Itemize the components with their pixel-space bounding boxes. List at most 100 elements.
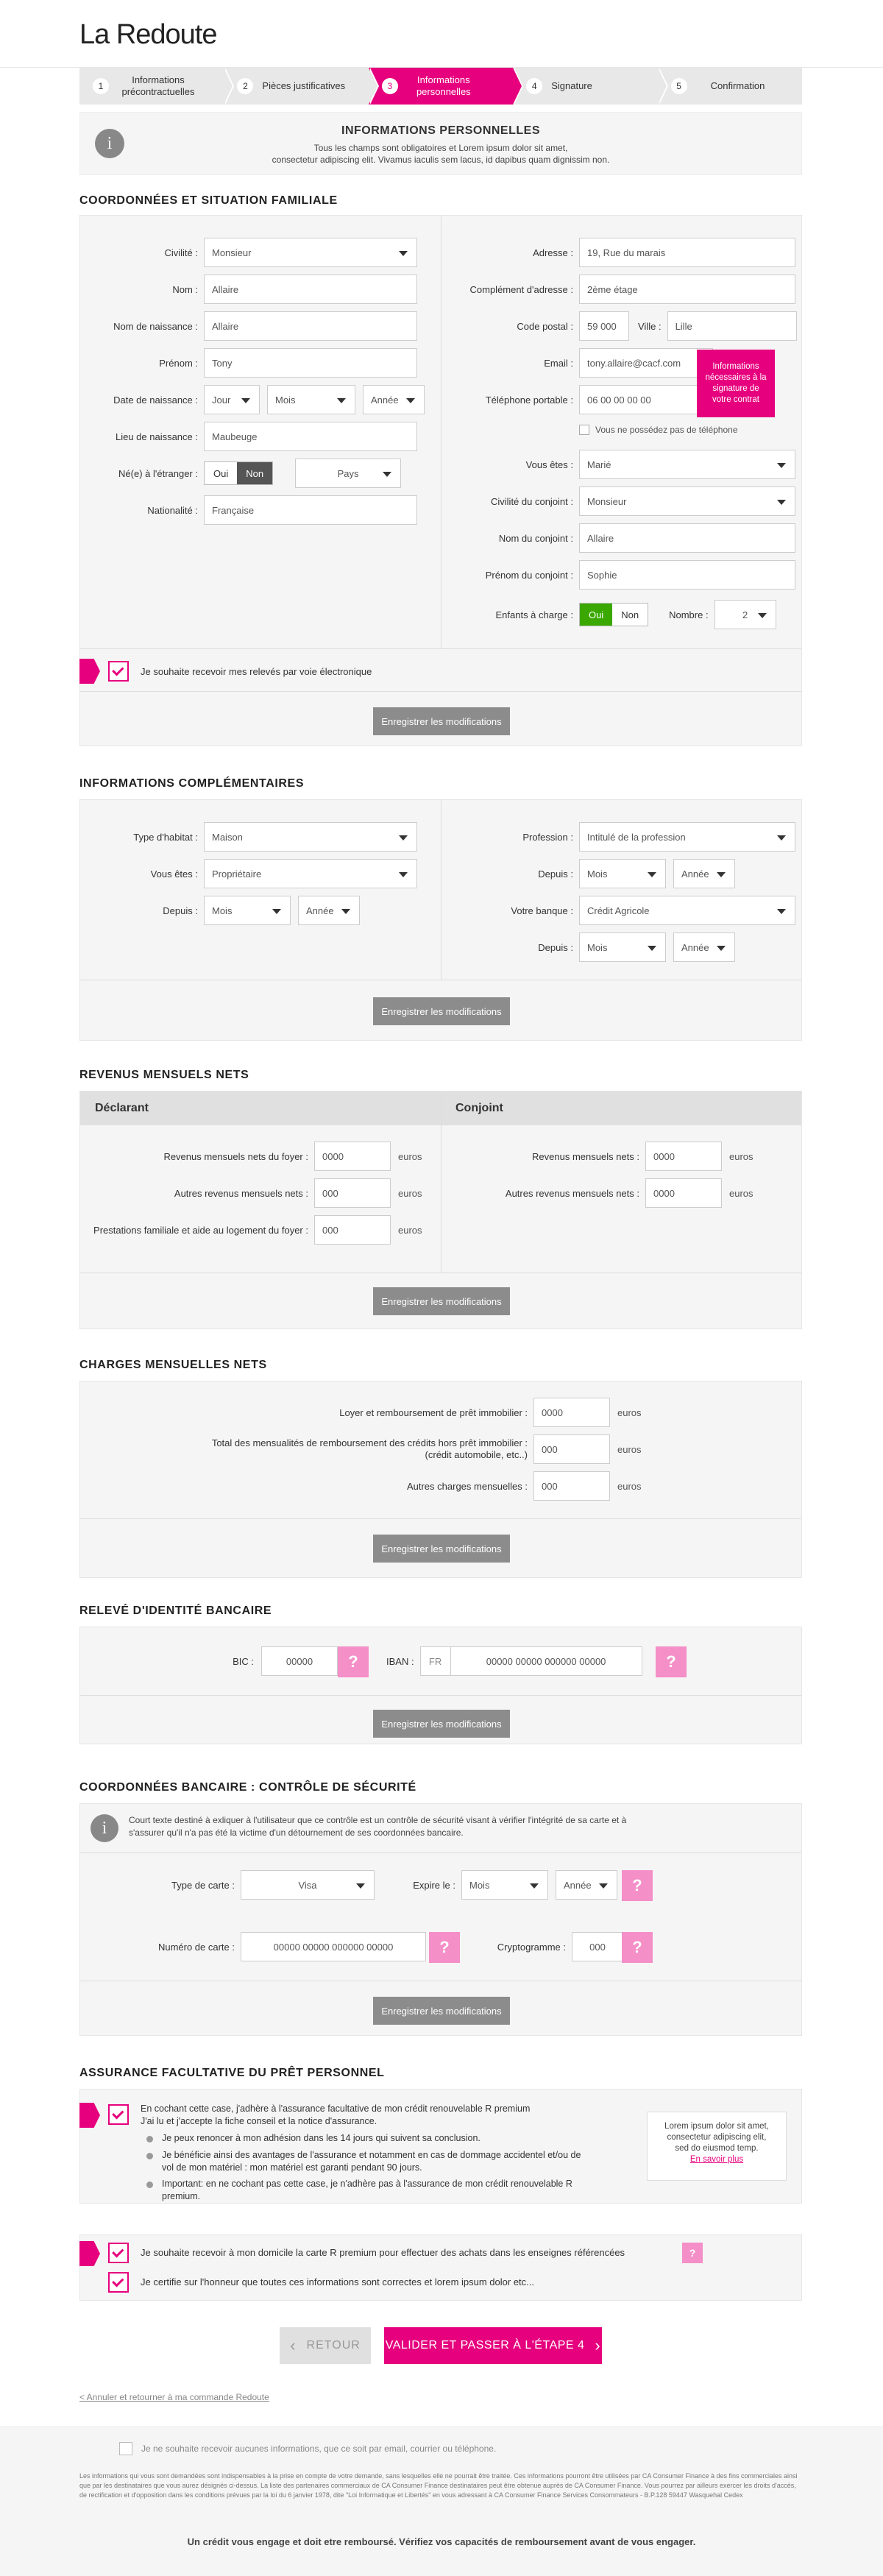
save-button[interactable]: Enregistrer les modifications (373, 1287, 510, 1315)
civ-conjoint-select[interactable]: Monsieur (579, 486, 795, 516)
nom-conjoint-input[interactable]: Allaire (579, 523, 795, 553)
iban-prefix: FR (419, 1646, 451, 1676)
no-phone-checkbox[interactable] (579, 425, 589, 435)
nom-naissance-input[interactable]: Allaire (204, 311, 417, 341)
telephone-input[interactable]: 06 00 00 00 00 (579, 385, 713, 414)
section-title-rib: RELEVÉ D'IDENTITÉ BANCAIRE (79, 1604, 272, 1617)
nationalite-label: Nationalité : (147, 504, 198, 516)
en-savoir-plus-link[interactable]: En savoir plus (648, 2154, 786, 2165)
ville-input[interactable]: Lille (667, 311, 797, 341)
jour-select[interactable]: Jour (204, 385, 260, 414)
carte-help-button[interactable]: ? (682, 2243, 703, 2263)
chevron-right-icon: › (595, 2336, 601, 2354)
autres-revenus-label: Autres revenus mensuels nets : (174, 1187, 308, 1199)
complement-input[interactable]: 2ème étage (579, 275, 795, 304)
situation-select[interactable]: Marié (579, 450, 795, 479)
toggle-non[interactable]: Non (237, 462, 273, 484)
type-carte-label: Type de carte : (171, 1879, 235, 1891)
retour-button[interactable]: ‹ RETOUR (280, 2327, 371, 2364)
numero-carte-input[interactable]: 00000 00000 000000 00000 (241, 1932, 426, 1961)
step-1[interactable]: 1 Informations précontractuelles (79, 68, 235, 105)
crypto-help-button[interactable]: ? (622, 1932, 653, 1963)
autres-revenus-input[interactable]: 000 (314, 1178, 391, 1208)
habitat-select[interactable]: Maison (204, 822, 417, 852)
intro-box: i INFORMATIONS PERSONNELLES Tous les cha… (79, 112, 802, 175)
marker-arrow (79, 2103, 100, 2128)
annee-select[interactable]: Année (673, 859, 735, 888)
etranger-toggle[interactable]: Oui Non (204, 461, 274, 485)
loyer-input[interactable]: 0000 (533, 1398, 610, 1427)
prenom-input[interactable]: Tony (204, 348, 417, 378)
expire-help-button[interactable]: ? (622, 1870, 653, 1901)
step-4[interactable]: 4 Signature (513, 68, 669, 105)
adresse-input[interactable]: 19, Rue du marais (579, 238, 795, 267)
complementaires-panel: Type d'habitat : Maison Vous êtes : Propri… (79, 799, 802, 1041)
type-carte-select[interactable]: Visa (241, 1870, 375, 1900)
unit-label: euros (398, 1187, 422, 1199)
save-button[interactable]: Enregistrer les modifications (373, 707, 510, 735)
certifie-checkbox[interactable] (108, 2272, 129, 2293)
step-2[interactable]: 2 Pièces justificatives (224, 68, 380, 105)
valider-button[interactable]: VALIDER ET PASSER À L'ÉTAPE 4 › (384, 2327, 602, 2364)
conjoint-revenus-label: Revenus mensuels nets : (532, 1150, 639, 1162)
credits-input[interactable]: 000 (533, 1434, 610, 1464)
assurance-checkbox[interactable] (108, 2104, 129, 2125)
autres-charges-input[interactable]: 000 (533, 1471, 610, 1501)
toggle-oui[interactable]: Oui (580, 604, 613, 626)
nombre-select[interactable]: 2 (714, 600, 776, 629)
releves-label: Je souhaite recevoir mes relevés par voi… (141, 666, 372, 677)
pays-select[interactable]: Pays (295, 459, 402, 488)
profession-select[interactable]: Intitulé de la profession (579, 822, 795, 852)
enfants-toggle[interactable]: Oui Non (579, 603, 649, 626)
depuis-label: Depuis : (163, 905, 198, 916)
save-button[interactable]: Enregistrer les modifications (373, 997, 510, 1025)
releves-checkbox[interactable] (108, 661, 129, 682)
credits-label: Total des mensualités de remboursement d… (80, 1437, 528, 1460)
prenom-conjoint-input[interactable]: Sophie (579, 560, 795, 590)
mois-select[interactable]: Mois (579, 933, 666, 962)
expire-mois-select[interactable]: Mois (461, 1870, 548, 1900)
bic-help-button[interactable]: ? (338, 1646, 369, 1677)
civilite-select[interactable]: Monsieur (204, 238, 417, 267)
assurance-text: En cochant cette case, j'adhère à l'assu… (141, 2103, 582, 2203)
iban-input[interactable]: 00000 00000 000000 00000 (450, 1646, 642, 1676)
annuler-link[interactable]: < Annuler et retourner à ma commande Red… (79, 2392, 269, 2402)
bic-input[interactable]: 00000 (261, 1646, 338, 1676)
conjoint-revenus-input[interactable]: 0000 (645, 1142, 722, 1171)
revenus-foyer-input[interactable]: 0000 (314, 1142, 391, 1171)
save-button[interactable]: Enregistrer les modifications (373, 1997, 510, 2025)
mois-select[interactable]: Mois (579, 859, 666, 888)
enfants-label: Enfants à charge : (495, 609, 573, 620)
statut-select[interactable]: Propriétaire (204, 859, 417, 888)
iban-help-button[interactable]: ? (656, 1646, 687, 1677)
brand-logo[interactable]: La Redoute (79, 19, 217, 51)
toggle-non[interactable]: Non (612, 604, 648, 626)
step-5[interactable]: 5 Confirmation (658, 68, 802, 105)
annee-select[interactable]: Année (363, 385, 425, 414)
step-3-active[interactable]: 3 Informations personnelles (368, 68, 524, 105)
nationalite-input[interactable]: Française (204, 495, 417, 525)
annee-select[interactable]: Année (673, 933, 735, 962)
crypto-input[interactable]: 000 (572, 1932, 623, 1961)
mois-select[interactable]: Mois (204, 896, 291, 925)
profession-label: Profession : (522, 831, 573, 843)
annee-select[interactable]: Année (298, 896, 360, 925)
expire-annee-select[interactable]: Année (556, 1870, 617, 1900)
save-button[interactable]: Enregistrer les modifications (373, 1710, 510, 1738)
numero-help-button[interactable]: ? (429, 1932, 460, 1963)
habitat-label: Type d'habitat : (133, 831, 198, 843)
optout-checkbox[interactable] (119, 2442, 132, 2455)
prestations-input[interactable]: 000 (314, 1215, 391, 1245)
nom-input[interactable]: Allaire (204, 275, 417, 304)
toggle-oui[interactable]: Oui (205, 462, 237, 484)
lieu-naissance-input[interactable]: Maubeuge (204, 422, 417, 451)
code-postal-input[interactable]: 59 000 (579, 311, 629, 341)
banque-select[interactable]: Crédit Agricole (579, 896, 795, 925)
credits-label-line: (crédit automobile, etc..) (425, 1449, 528, 1460)
email-input[interactable]: tony.allaire@cacf.com (579, 348, 713, 378)
save-button[interactable]: Enregistrer les modifications (373, 1535, 510, 1563)
mois-select[interactable]: Mois (267, 385, 355, 414)
date-naissance-label: Date de naissance : (113, 394, 198, 406)
carte-checkbox[interactable] (108, 2243, 129, 2263)
conjoint-autres-input[interactable]: 0000 (645, 1178, 722, 1208)
